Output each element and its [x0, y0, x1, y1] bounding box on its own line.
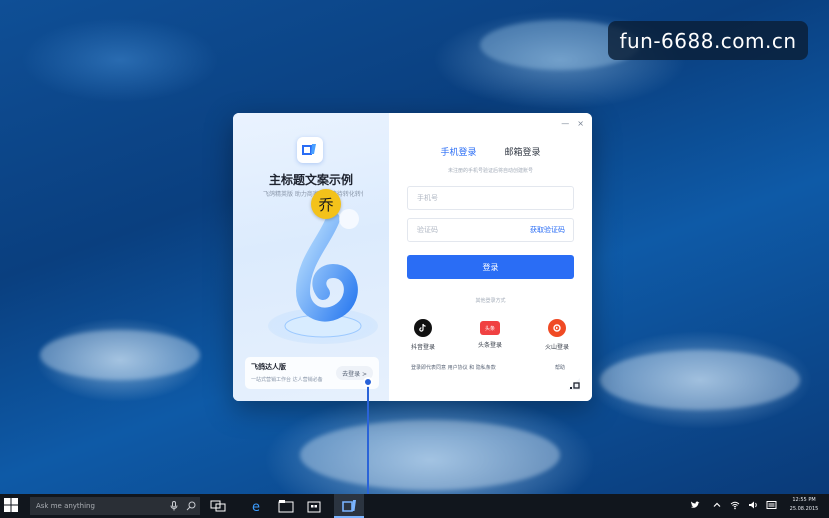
promo-panel: 主标题文案示例 飞鸽精英版 助力商家高效接待转化转化服务 乔 飞鸽达人版 一站式…: [233, 113, 389, 401]
svg-text:e: e: [252, 500, 260, 514]
login-form-panel: — × 手机登录 邮箱登录 未注册的手机号验证后将自动创建账号 手机号 验证码 …: [389, 113, 592, 401]
code-input[interactable]: 验证码 获取验证码: [407, 218, 574, 242]
help-link[interactable]: 帮助: [555, 364, 565, 371]
watermark: fun-6688.com.cn: [608, 21, 808, 60]
agreement-text[interactable]: 登录即代表同意 用户协议 和 隐私条款: [411, 364, 496, 371]
huoshan-login-label: 火山登录: [544, 344, 569, 351]
qr-switch-icon[interactable]: [565, 375, 583, 393]
task-view-icon[interactable]: [210, 498, 226, 514]
code-placeholder: 验证码: [417, 226, 438, 234]
user-avatar-badge: 乔: [311, 189, 341, 219]
close-button[interactable]: ×: [577, 119, 584, 128]
guide-line: [367, 380, 369, 494]
edge-browser-icon[interactable]: e: [250, 498, 266, 514]
other-methods-label: 其他登录方式: [475, 298, 506, 304]
toutiao-login-label: 头条登录: [477, 342, 502, 349]
window-controls: — ×: [561, 119, 584, 128]
feige-app-icon[interactable]: [341, 498, 357, 514]
promo-card[interactable]: 飞鸽达人版 一站式营销工作台 达人营销必备 去登录 >: [245, 357, 379, 389]
promo-card-title: 飞鸽达人版: [251, 363, 286, 371]
douyin-login[interactable]: 抖音登录: [403, 319, 443, 351]
file-explorer-icon[interactable]: [278, 498, 294, 514]
search-icon[interactable]: [186, 501, 196, 511]
app-logo-icon: [297, 137, 323, 163]
notifications-icon[interactable]: [766, 500, 777, 510]
minimize-button[interactable]: —: [561, 119, 569, 128]
get-code-link[interactable]: 获取验证码: [530, 225, 565, 235]
volume-icon[interactable]: [748, 500, 758, 510]
microphone-icon[interactable]: [170, 501, 178, 511]
wave-foam: [600, 350, 800, 410]
guide-dot: [363, 377, 373, 387]
promo-title: 主标题文案示例: [268, 173, 353, 187]
promo-card-description: 一站式营销工作台 达人营销必备: [251, 377, 323, 383]
login-window: 主标题文案示例 飞鸽精英版 助力商家高效接待转化转化服务 乔 飞鸽达人版 一站式…: [233, 113, 592, 401]
active-app-slot[interactable]: [334, 494, 364, 518]
taskbar: Ask me anything e 12:55 PM 25.08.2015: [0, 494, 829, 518]
huoshan-icon: [548, 319, 566, 337]
tab-phone-login[interactable]: 手机登录: [440, 145, 476, 158]
clock-date: 25.08.2015: [789, 506, 819, 512]
toutiao-glyph: 头条: [484, 325, 495, 332]
chevron-up-icon[interactable]: [712, 500, 722, 510]
login-button[interactable]: 登录: [407, 255, 574, 279]
login-hint: 未注册的手机号验证后将自动创建账号: [447, 168, 533, 174]
windows-start-icon[interactable]: [4, 498, 18, 512]
wave-foam: [300, 420, 560, 490]
twitter-tray-icon[interactable]: [690, 500, 700, 510]
phone-input[interactable]: 手机号: [407, 186, 574, 210]
toutiao-login[interactable]: 头条 头条登录: [470, 319, 510, 349]
tab-email-login[interactable]: 邮箱登录: [505, 145, 541, 158]
taskbar-search-input[interactable]: Ask me anything: [30, 497, 200, 515]
hero-illustration: [268, 209, 378, 344]
douyin-login-label: 抖音登录: [410, 344, 435, 351]
wifi-icon[interactable]: [730, 500, 740, 510]
search-placeholder: Ask me anything: [36, 502, 95, 510]
phone-placeholder: 手机号: [417, 194, 438, 202]
huoshan-login[interactable]: 火山登录: [537, 319, 577, 351]
douyin-icon: [414, 319, 432, 337]
login-tabs: 手机登录 邮箱登录: [389, 145, 592, 158]
clock-time: 12:55 PM: [792, 497, 816, 503]
store-icon[interactable]: [306, 498, 322, 514]
wave-foam: [40, 330, 200, 380]
system-clock[interactable]: 12:55 PM 25.08.2015: [782, 496, 826, 514]
toutiao-icon: 头条: [480, 321, 500, 335]
